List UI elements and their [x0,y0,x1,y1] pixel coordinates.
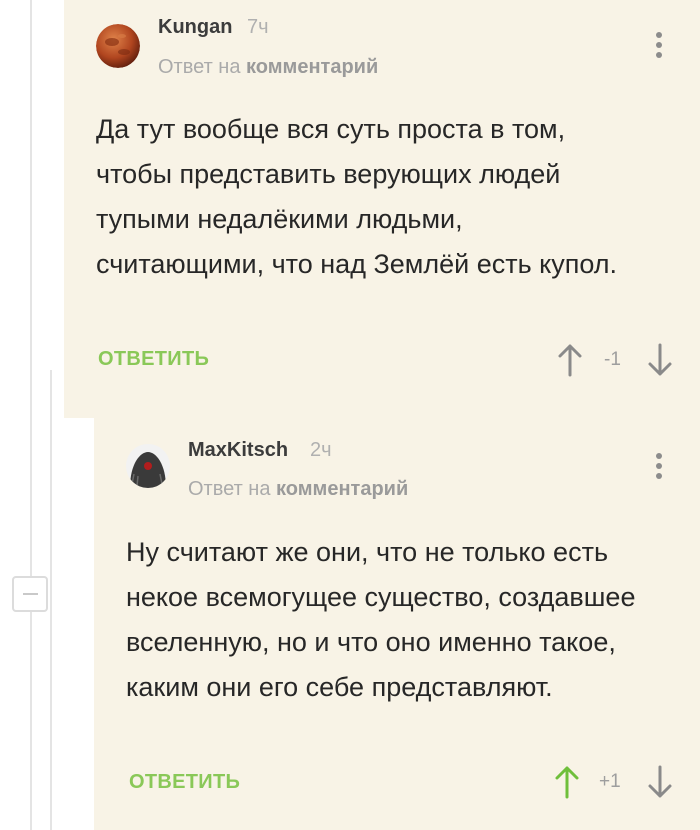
reply-to-prefix: Ответ на [188,478,271,500]
reply-to-target[interactable]: комментарий [246,56,378,78]
reply-to-prefix: Ответ на [158,56,241,78]
reply-to-link[interactable]: Ответ на комментарий [188,478,408,501]
comment-username[interactable]: Kungan [158,16,232,39]
comment-time: 7ч [247,16,269,38]
thread-line-outer [30,0,32,830]
thread-line-inner [50,370,52,830]
downvote-arrow-icon[interactable] [646,765,674,804]
vote-score: +1 [599,771,621,792]
reply-button[interactable]: ОТВЕТИТЬ [129,771,240,794]
planet-avatar[interactable] [96,24,140,68]
comment-time: 2ч [310,439,332,461]
menu-dots-icon[interactable] [653,32,665,66]
comment-text: Ну считают же они, что не только есть не… [126,537,636,702]
collapse-thread-button[interactable] [12,576,48,612]
reply-to-link[interactable]: Ответ на комментарий [158,56,378,79]
reply-button[interactable]: ОТВЕТИТЬ [98,348,209,371]
nest-gap [64,418,94,830]
reply-to-target[interactable]: комментарий [276,478,408,500]
dark-figure-avatar[interactable] [126,444,170,488]
comment-username[interactable]: MaxKitsch [188,439,288,462]
collapse-icon [23,593,38,595]
upvote-arrow-icon[interactable] [553,765,581,804]
menu-dots-icon[interactable] [653,453,665,487]
comment-kungan: Kungan 7ч Ответ на комментарий Да тут во… [64,0,700,418]
comment-maxkitsch: MaxKitsch 2ч Ответ на комментарий Ну счи… [94,418,700,830]
downvote-arrow-icon[interactable] [646,343,674,382]
comment-text: Да тут вообще вся суть проста в том, что… [96,114,618,279]
vote-score: -1 [604,349,621,370]
upvote-arrow-icon[interactable] [556,343,584,382]
